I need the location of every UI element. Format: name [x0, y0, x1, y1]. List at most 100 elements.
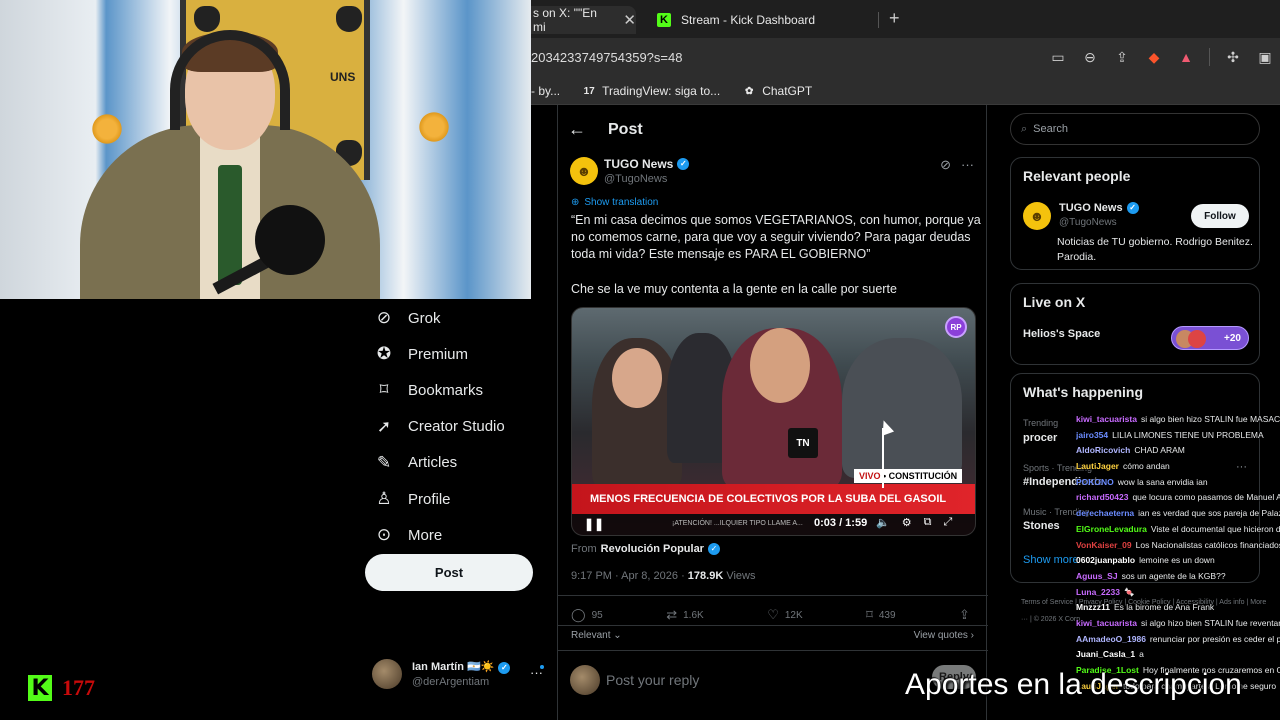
chat-username: kiwi_tacuarista: [1076, 414, 1137, 424]
verified-icon: ✓: [1126, 202, 1139, 214]
settings-icon[interactable]: ⚙: [902, 516, 912, 529]
avatar: [570, 665, 600, 695]
sidebar-item-bookmarks[interactable]: ⌑ Bookmarks: [365, 372, 545, 408]
live-space-name[interactable]: Helios's Space: [1023, 328, 1100, 340]
author-avatar[interactable]: ☻: [570, 157, 598, 185]
live-on-x-card: Live on X Helios's Space +20: [1010, 283, 1260, 365]
chat-text: wow la sana envidia ian: [1117, 476, 1208, 487]
show-more-link[interactable]: Show more: [1023, 554, 1079, 566]
cast-icon[interactable]: ▭: [1049, 48, 1067, 66]
address-bar[interactable]: 2034233749754359?s=48 ▭ ⊖ ⇪ ◆ ▲ ✣ ▣: [531, 38, 1280, 78]
sidebar-item-profile[interactable]: ♙ Profile: [365, 481, 545, 517]
kick-logo-icon: K: [28, 675, 52, 701]
back-arrow-icon[interactable]: ←: [568, 119, 586, 140]
sidebar-item-more[interactable]: ⊙ More: [365, 517, 545, 553]
microphone-icon: [255, 205, 325, 275]
more-icon[interactable]: ···: [961, 157, 974, 173]
post-author[interactable]: TUGO News ✓ @TugoNews: [604, 157, 690, 185]
heart-icon: ♡: [767, 607, 779, 622]
pip-icon[interactable]: ⧉: [924, 516, 932, 529]
close-icon[interactable]: ✕: [623, 11, 636, 29]
volume-icon[interactable]: 🔈: [876, 516, 890, 529]
chat-text: CHAD ARAM: [1134, 445, 1185, 456]
chat-text: si algo hizo bien STALIN fue reventar: [1140, 617, 1280, 628]
chatgpt-icon: ✿: [744, 85, 754, 97]
tab-label: Stream - Kick Dashboard: [681, 13, 816, 27]
fullscreen-icon[interactable]: ⤢: [943, 516, 952, 529]
sidebar-icon[interactable]: ▣: [1256, 48, 1274, 66]
person-icon: ♙: [376, 489, 392, 509]
chat-message: 0602juanpablo lemoine es un down: [1076, 555, 1280, 571]
like-button[interactable]: ♡ 12K: [767, 605, 802, 625]
grok-icon[interactable]: ⊘: [940, 157, 951, 173]
more-circle-icon: ⊙: [376, 525, 392, 545]
url-text[interactable]: 2034233749754359?s=48: [531, 50, 682, 65]
sidebar-item-grok[interactable]: ⊘ Grok: [365, 300, 545, 336]
chat-text: a: [1139, 649, 1144, 660]
verified-icon: ✓: [707, 543, 720, 555]
chat-text: Los Nacionalistas católicos financiados: [1135, 539, 1280, 550]
chat-username: ElGroneLevadura: [1076, 523, 1147, 534]
reply-button[interactable]: ◯ 95: [571, 605, 603, 625]
bookmark-button[interactable]: ⌑ 439: [866, 605, 895, 625]
chat-username: kiwi_tacuarista: [1076, 617, 1137, 628]
chat-username: Aguus_SJ: [1076, 570, 1118, 581]
chat-message: AldoRicovich CHAD ARAM: [1076, 445, 1280, 461]
tab-label: s on X: ""En mi: [533, 6, 597, 34]
chat-text: Viste el documental que hicieron de: [1150, 523, 1280, 534]
post-button[interactable]: Post: [365, 554, 533, 591]
rocket-icon: ➚: [376, 416, 392, 436]
zoom-icon[interactable]: ⊖: [1081, 48, 1099, 66]
account-switcher[interactable]: Ian Martín 🇦🇷☀️ ✓ @derArgentiam ···: [372, 659, 547, 691]
video-source[interactable]: From Revolución Popular ✓: [571, 543, 720, 555]
relevant-person-name[interactable]: TUGO News ✓: [1059, 202, 1139, 214]
extensions-icon[interactable]: ✣: [1224, 48, 1242, 66]
chat-username: richard50423: [1076, 492, 1129, 503]
brave-rewards-icon[interactable]: ▲: [1177, 48, 1195, 66]
kick-icon: K: [657, 13, 671, 27]
bookmark-item[interactable]: - by...: [531, 84, 560, 98]
live-space-pill[interactable]: +20: [1171, 326, 1249, 350]
follow-button[interactable]: Follow: [1191, 204, 1249, 228]
live-location-label: VIVO • CONSTITUCIÓN: [854, 469, 963, 483]
bookmark-icon: ⌑: [866, 607, 873, 622]
tn-logo: TN: [788, 428, 818, 458]
video-controls: ❚❚ 0:03 / 1:59 🔈 ⚙ ⧉ ⤢: [572, 512, 975, 535]
verified-icon: ✓: [498, 662, 511, 674]
tab-kick-dashboard[interactable]: K Stream - Kick Dashboard: [651, 6, 881, 34]
tab-x-post[interactable]: s on X: ""En mi ✕: [531, 6, 636, 34]
sidebar-item-creator-studio[interactable]: ➚ Creator Studio: [365, 409, 545, 445]
new-tab-button[interactable]: +: [889, 8, 900, 29]
chat-message: LautiJager cómo andan: [1076, 461, 1280, 477]
chat-message: Aguus_SJ sos un agente de la KGB??: [1076, 571, 1280, 587]
video-player[interactable]: RP TN VIVO • CONSTITUCIÓN MENOS FRECUENC…: [571, 307, 976, 536]
chat-text: cómo andan: [1123, 461, 1170, 472]
chat-message: ElGroneLevadura Viste el documental que h…: [1076, 524, 1280, 540]
share-button[interactable]: ⇪: [959, 605, 976, 625]
pause-icon[interactable]: ❚❚: [584, 517, 604, 531]
repost-button[interactable]: ⇄ 1.6K: [666, 605, 703, 625]
view-quotes-link[interactable]: View quotes ›: [914, 630, 974, 641]
notification-dot: [540, 665, 544, 669]
share-icon[interactable]: ⇪: [1113, 48, 1131, 66]
bookmark-tradingview[interactable]: 17 TradingView: siga to...: [582, 84, 721, 98]
repost-icon: ⇄: [666, 607, 678, 622]
chat-message: derechaeterna ian es verdad que sos parej…: [1076, 508, 1280, 524]
chat-message: jairo354 LILIA LIMONES TIENE UN PROBLEMA: [1076, 430, 1280, 446]
trend-item[interactable]: procer: [1023, 432, 1057, 444]
search-input[interactable]: [1033, 123, 1234, 135]
chat-text: que locura como pasamos de Manuel A: [1132, 492, 1280, 503]
sidebar-item-articles[interactable]: ✎ Articles: [365, 445, 545, 481]
brave-shield-icon[interactable]: ◆: [1145, 48, 1163, 66]
sidebar-item-premium[interactable]: ✪ Premium: [365, 336, 545, 372]
show-translation-link[interactable]: ⊕ Show translation: [571, 197, 658, 208]
trend-item[interactable]: Stones: [1023, 520, 1060, 532]
bookmarks-bar: - by... 17 TradingView: siga to... ✿ Cha…: [531, 78, 1280, 105]
video-time: 0:03 / 1:59: [814, 517, 868, 529]
reply-input[interactable]: [606, 669, 906, 691]
search-box[interactable]: ⌕: [1010, 113, 1260, 145]
author-avatar[interactable]: ☻: [1023, 202, 1051, 230]
card-title: Relevant people: [1023, 168, 1131, 184]
reply-sort-dropdown[interactable]: Relevant ⌄: [571, 630, 622, 641]
bookmark-chatgpt[interactable]: ✿ ChatGPT: [742, 84, 812, 98]
